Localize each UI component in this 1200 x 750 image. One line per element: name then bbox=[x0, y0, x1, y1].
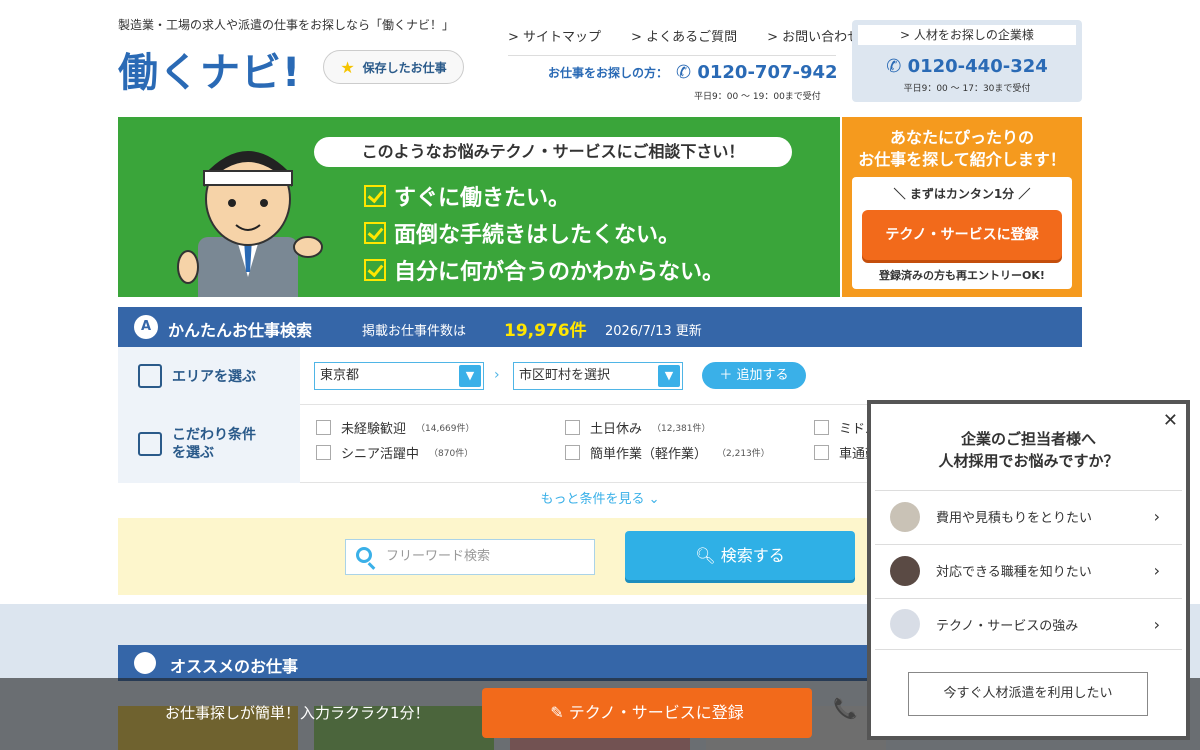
popup-option-jobs[interactable]: 対応できる職種を知りたい › bbox=[875, 544, 1182, 596]
check-item: すぐに働きたい。 bbox=[364, 177, 724, 214]
check-item: 自分に何が合うのかわからない。 bbox=[364, 251, 724, 288]
bottom-cta-message: お仕事探しが簡単！入力ラクラク1分！ bbox=[165, 704, 430, 722]
phone-icon[interactable]: 📞 bbox=[833, 696, 858, 720]
chevron-right-icon: › bbox=[1153, 561, 1160, 580]
job-count: 19,976件 bbox=[504, 321, 587, 341]
register-button[interactable]: テクノ・サービスに登録 bbox=[862, 210, 1062, 260]
map-icon bbox=[138, 364, 162, 388]
corporate-phone-number[interactable]: ✆ 0120-440-324 bbox=[852, 56, 1082, 77]
condition-checkbox[interactable]: 簡単作業（軽作業） （2,213件） bbox=[565, 443, 770, 462]
edit-icon: ✎ bbox=[550, 703, 569, 722]
hero-banner[interactable]: このようなお悩みテクノ・サービスにご相談下さい！ すぐに働きたい。 面倒な手続き… bbox=[118, 117, 840, 297]
register-note: 登録済みの方も再エントリーOK! bbox=[879, 269, 1045, 282]
mascot-illustration bbox=[177, 151, 323, 297]
condition-checkbox[interactable]: 未経験歓迎 （14,669件） bbox=[316, 418, 475, 437]
area-label: エリアを選ぶ bbox=[118, 347, 300, 405]
banner-speech-bubble: このようなお悩みテクノ・サービスにご相談下さい！ bbox=[314, 137, 792, 167]
header-links: サイトマップ よくあるご質問 お問い合わせ bbox=[508, 26, 860, 45]
corporate-contact-box: 人材をお探しの企業様 ✆ 0120-440-324 平日9：00 ～ 17：30… bbox=[852, 20, 1082, 102]
recommend-title: オススメのお仕事 bbox=[170, 657, 299, 676]
job-count-label: 掲載お仕事件数は bbox=[362, 324, 467, 339]
condition-checkbox[interactable]: シニア活躍中 （870件） bbox=[316, 443, 473, 462]
free-word-input[interactable]: フリーワード検索 bbox=[345, 539, 595, 575]
avatar bbox=[890, 501, 920, 532]
popup-option-strengths[interactable]: テクノ・サービスの強み › bbox=[875, 598, 1182, 650]
popup-cta-button[interactable]: 今すぐ人材派遣を利用したい bbox=[908, 672, 1148, 716]
register-promo-inner: ＼ まずはカンタン1分 ／ テクノ・サービスに登録 登録済みの方も再エントリーO… bbox=[852, 177, 1072, 289]
job-seeker-hours: 平日9：00 ～ 19：00まで受付 bbox=[694, 92, 821, 102]
register-promo-sub: ＼ まずはカンタン1分 ／ bbox=[893, 187, 1031, 201]
avatar bbox=[890, 555, 920, 586]
corporate-popup: ✕ 企業のご担当者様へ 人材採用でお悩みですか？ 費用や見積もりをとりたい › … bbox=[867, 400, 1190, 740]
search-button[interactable]: 🔍︎ 検索する bbox=[625, 531, 855, 580]
chevron-down-icon: ▼ bbox=[658, 365, 680, 387]
area-row: エリアを選ぶ 東京都 ▼ › 市区町村を選択 ▼ ＋ 追加する bbox=[118, 347, 1082, 405]
condition-checkbox[interactable]: 土日休み （12,381件） bbox=[565, 418, 711, 437]
checkbox-icon bbox=[364, 184, 386, 207]
chevron-right-icon: › bbox=[1153, 614, 1160, 634]
avatar bbox=[890, 609, 920, 639]
faq-link[interactable]: よくあるご質問 bbox=[631, 26, 737, 45]
update-date: 2026/7/13 更新 bbox=[605, 324, 702, 339]
corporate-link[interactable]: 人材をお探しの企業様 bbox=[858, 25, 1076, 45]
search-icon bbox=[356, 547, 372, 563]
register-promo-title: あなたにぴったりの お仕事を探して紹介します！ bbox=[858, 128, 1066, 169]
add-area-button[interactable]: ＋ 追加する bbox=[702, 362, 806, 389]
prefecture-select[interactable]: 東京都 ▼ bbox=[314, 362, 484, 390]
saved-jobs-button[interactable]: ★ 保存したお仕事 bbox=[323, 50, 464, 84]
checkbox-icon bbox=[364, 258, 386, 281]
job-seeker-phone: お仕事をお探しの方： ✆ 0120-707-942 平日9：00 ～ 19：00… bbox=[508, 55, 838, 102]
checkbox-icon bbox=[364, 221, 386, 244]
check-item: 面倒な手続きはしたくない。 bbox=[364, 214, 724, 251]
thumbs-up-icon bbox=[134, 652, 156, 674]
corporate-hours: 平日9：00 ～ 17：30まで受付 bbox=[903, 84, 1031, 94]
saved-jobs-label: 保存したお仕事 bbox=[362, 60, 447, 75]
condition-label: こだわり条件 を選ぶ bbox=[118, 405, 300, 483]
city-select[interactable]: 市区町村を選択 ▼ bbox=[513, 362, 683, 390]
chevron-down-icon: ▼ bbox=[459, 365, 481, 387]
job-seeker-phone-number[interactable]: ✆ 0120-707-942 bbox=[676, 62, 838, 83]
banner-checklist: すぐに働きたい。 面倒な手続きはしたくない。 自分に何が合うのかわからない。 bbox=[364, 177, 724, 288]
phone-icon: ✆ bbox=[886, 56, 908, 77]
checkbox-icon bbox=[138, 432, 162, 456]
phone-icon: ✆ bbox=[676, 62, 698, 83]
search-header: A かんたんお仕事検索 掲載お仕事件数は 19,976件 2026/7/13 更… bbox=[118, 307, 1082, 347]
bottom-register-button[interactable]: ✎ テクノ・サービスに登録 bbox=[482, 688, 812, 738]
popup-title: 企業のご担当者様へ 人材採用でお悩みですか？ bbox=[938, 430, 1119, 470]
job-seeker-label: お仕事をお探しの方： bbox=[548, 66, 669, 80]
chevron-right-icon: › bbox=[1153, 507, 1160, 526]
site-tagline: 製造業・工場の求人や派遣の仕事をお探しなら「働くナビ！」 bbox=[118, 18, 455, 32]
chevron-right-icon: › bbox=[494, 367, 500, 383]
site-logo[interactable]: 働くナビ! bbox=[118, 40, 301, 98]
contact-link[interactable]: お問い合わせ bbox=[767, 26, 860, 45]
search-title: かんたんお仕事検索 bbox=[168, 321, 313, 340]
sitemap-link[interactable]: サイトマップ bbox=[508, 26, 601, 45]
search-logo-icon: A bbox=[134, 315, 158, 339]
popup-option-estimate[interactable]: 費用や見積もりをとりたい › bbox=[875, 490, 1182, 542]
search-icon: 🔍︎ bbox=[695, 546, 721, 565]
star-icon: ★ bbox=[340, 57, 355, 77]
register-promo: あなたにぴったりの お仕事を探して紹介します！ ＼ まずはカンタン1分 ／ テク… bbox=[842, 117, 1082, 297]
